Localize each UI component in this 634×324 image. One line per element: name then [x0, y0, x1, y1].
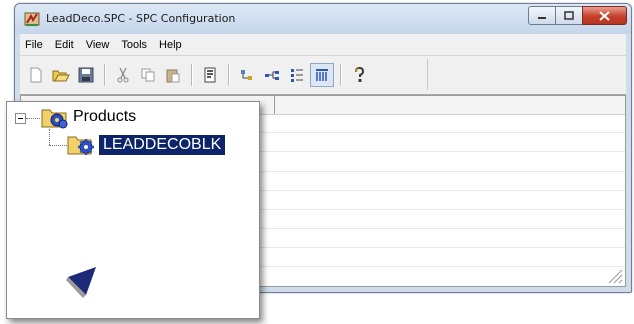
tree-magnifier: Products LEADDECOBLK — [6, 101, 260, 319]
menu-tools[interactable]: Tools — [116, 39, 154, 51]
tree-connector — [49, 129, 50, 145]
resize-grip-icon[interactable] — [603, 264, 623, 284]
caption-buttons — [528, 6, 627, 25]
columns-button[interactable] — [310, 62, 334, 87]
tree-connector — [26, 118, 40, 119]
properties-icon — [204, 67, 216, 82]
menu-view[interactable]: View — [81, 39, 117, 51]
tree-button[interactable] — [235, 63, 259, 87]
minimize-button[interactable] — [528, 6, 556, 25]
new-button[interactable] — [24, 63, 48, 87]
list-icon — [291, 68, 303, 82]
toolbar-edge — [427, 59, 428, 90]
menu-file[interactable]: File — [20, 39, 50, 51]
collapse-icon[interactable] — [15, 113, 26, 124]
help-button[interactable] — [347, 63, 371, 87]
menu-edit[interactable]: Edit — [50, 39, 81, 51]
close-button[interactable] — [582, 6, 627, 25]
pointer-cursor-icon — [66, 267, 96, 298]
list-button[interactable] — [285, 63, 309, 87]
menu-help[interactable]: Help — [154, 39, 189, 51]
product-gear-icon — [67, 136, 94, 155]
menu-bar: File Edit View Tools Help — [20, 34, 626, 56]
open-button[interactable] — [49, 63, 73, 87]
toolbar — [20, 56, 626, 95]
toolbar-separator — [340, 63, 342, 86]
save-button[interactable] — [74, 63, 98, 87]
maximize-button[interactable] — [555, 6, 583, 25]
maximize-icon — [564, 11, 574, 20]
toolbar-separator — [191, 63, 193, 86]
copy-button[interactable] — [136, 63, 160, 87]
tree-item-leaddecoblk[interactable]: LEADDECOBLK — [99, 135, 226, 155]
open-icon — [52, 70, 70, 81]
products-folder-icon — [41, 109, 68, 129]
toolbar-separator — [104, 63, 106, 86]
tree-connector — [49, 145, 67, 146]
paste-button[interactable] — [161, 63, 185, 87]
tree-item-products[interactable]: Products — [73, 108, 136, 126]
link-button[interactable] — [260, 63, 284, 87]
close-icon — [599, 10, 610, 21]
minimize-icon — [538, 16, 546, 19]
columns-icon — [316, 68, 328, 81]
spc-app-icon[interactable] — [24, 11, 40, 27]
title-bar[interactable]: LeadDeco.SPC - SPC Configuration — [15, 4, 631, 34]
column-divider[interactable] — [274, 96, 275, 114]
new-icon — [30, 67, 42, 82]
tree-icon — [241, 69, 252, 80]
link-icon — [265, 70, 279, 80]
cut-icon — [117, 67, 129, 82]
window-title: LeadDeco.SPC - SPC Configuration — [46, 12, 236, 25]
cut-button[interactable] — [111, 63, 135, 87]
properties-button[interactable] — [198, 63, 222, 87]
help-icon — [355, 66, 365, 82]
toolbar-separator — [228, 63, 230, 86]
paste-icon — [166, 69, 180, 82]
save-icon — [78, 67, 94, 82]
copy-icon — [141, 68, 155, 81]
